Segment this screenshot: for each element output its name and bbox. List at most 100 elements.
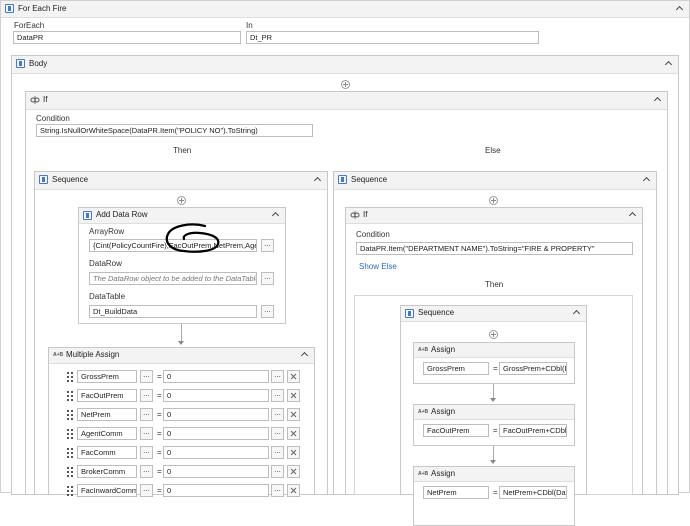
delete-row-button[interactable] xyxy=(287,465,300,478)
assign-value-browse-button[interactable]: ... xyxy=(271,484,284,497)
assign-to-browse-button[interactable]: ... xyxy=(140,427,153,440)
delete-row-button[interactable] xyxy=(287,389,300,402)
assign-title: Assign xyxy=(431,345,456,354)
sequence-icon xyxy=(39,175,48,184)
drag-handle-icon[interactable] xyxy=(67,410,73,420)
datatable-field[interactable]: Dt_BuildData xyxy=(89,305,257,318)
assign-header[interactable]: A+B Assign xyxy=(414,343,574,358)
assign-to-browse-button[interactable]: ... xyxy=(140,408,153,421)
foreach-header[interactable]: For Each Fire xyxy=(1,1,689,18)
drag-handle-icon[interactable] xyxy=(67,467,73,477)
assign-value-field[interactable]: 0 xyxy=(163,408,269,421)
delete-row-button[interactable] xyxy=(287,484,300,497)
assign-to-field[interactable]: GrossPrem xyxy=(423,362,489,375)
add-activity-plus-icon[interactable] xyxy=(341,80,350,89)
assign-to-browse-button[interactable]: ... xyxy=(140,370,153,383)
drag-handle-icon[interactable] xyxy=(67,448,73,458)
assign-value-browse-button[interactable]: ... xyxy=(271,408,284,421)
then-label: Then xyxy=(173,146,192,155)
assign-icon: A+B xyxy=(418,409,429,415)
inner-condition-field[interactable]: DataPR.Item("DEPARTMENT NAME").ToString=… xyxy=(356,242,633,255)
drag-handle-icon[interactable] xyxy=(67,372,73,382)
assign-value-browse-button[interactable]: ... xyxy=(271,446,284,459)
collapse-icon[interactable] xyxy=(654,95,662,103)
foreach-title: For Each Fire xyxy=(18,4,67,13)
assign-to-field[interactable]: FacInwardComm xyxy=(77,484,137,497)
collapse-icon[interactable] xyxy=(665,59,673,67)
assign-to-field[interactable]: FacOutPrem xyxy=(423,424,489,437)
foreach-label: ForEach xyxy=(14,21,45,30)
assign-to-field[interactable]: FacComm xyxy=(77,446,137,459)
drag-handle-icon[interactable] xyxy=(67,486,73,496)
assign-value-field[interactable]: GrossPrem+CDbl(D xyxy=(499,362,567,375)
assign-value-field[interactable]: 0 xyxy=(163,465,269,478)
delete-row-button[interactable] xyxy=(287,446,300,459)
show-else-link[interactable]: Show Else xyxy=(359,262,397,271)
datarow-field[interactable]: The DataRow object to be added to the Da… xyxy=(89,272,257,285)
assign-activity[interactable]: A+B Assign NetPrem = NetPrem+CDbl(Da xyxy=(413,466,575,526)
assign-value-field[interactable]: 0 xyxy=(163,370,269,383)
assign-header[interactable]: A+B Assign xyxy=(414,405,574,420)
if-header[interactable]: If xyxy=(26,92,667,110)
assign-activity[interactable]: A+B Assign GrossPrem = GrossPrem+CDbl(D xyxy=(413,342,575,384)
collapse-icon[interactable] xyxy=(573,308,581,316)
assign-to-field[interactable]: NetPrem xyxy=(77,408,137,421)
add-activity-plus-icon[interactable] xyxy=(177,196,186,205)
assign-to-field[interactable]: GrossPrem xyxy=(77,370,137,383)
collapse-icon[interactable] xyxy=(629,210,637,218)
assign-value-field[interactable]: 0 xyxy=(163,446,269,459)
body-header[interactable]: Body xyxy=(12,56,678,74)
foreach-value-field[interactable]: DataPR xyxy=(13,31,241,44)
assign-title: Assign xyxy=(431,469,456,478)
assign-to-browse-button[interactable]: ... xyxy=(140,389,153,402)
sequence-header[interactable]: Sequence xyxy=(35,172,327,190)
inner-sequence-header[interactable]: Sequence xyxy=(401,306,586,322)
arrayrow-browse-button[interactable]: ... xyxy=(261,239,274,252)
collapse-icon[interactable] xyxy=(272,210,280,218)
collapse-icon[interactable] xyxy=(676,4,684,12)
collapse-icon[interactable] xyxy=(643,175,651,183)
equals-sign: = xyxy=(493,426,498,435)
assign-value-field[interactable]: 0 xyxy=(163,389,269,402)
assign-to-field[interactable]: BrokerComm xyxy=(77,465,137,478)
equals-sign: = xyxy=(157,486,162,495)
datatable-browse-button[interactable]: ... xyxy=(261,305,274,318)
equals-sign: = xyxy=(157,467,162,476)
if-title: If xyxy=(43,95,48,104)
assign-value-field[interactable]: FacOutPrem+CDbl xyxy=(499,424,567,437)
multiple-assign-header[interactable]: A+B Multiple Assign xyxy=(49,348,314,364)
inner-condition-label: Condition xyxy=(356,230,390,239)
assign-to-browse-button[interactable]: ... xyxy=(140,446,153,459)
assign-value-browse-button[interactable]: ... xyxy=(271,427,284,440)
sequence-header[interactable]: Sequence xyxy=(334,172,656,190)
equals-sign: = xyxy=(157,391,162,400)
delete-row-button[interactable] xyxy=(287,370,300,383)
delete-row-button[interactable] xyxy=(287,408,300,421)
assign-to-browse-button[interactable]: ... xyxy=(140,484,153,497)
collapse-icon[interactable] xyxy=(301,350,309,358)
assign-value-browse-button[interactable]: ... xyxy=(271,465,284,478)
assign-to-browse-button[interactable]: ... xyxy=(140,465,153,478)
assign-value-browse-button[interactable]: ... xyxy=(271,389,284,402)
in-value-field[interactable]: Dt_PR xyxy=(246,31,539,44)
add-activity-plus-icon[interactable] xyxy=(489,196,498,205)
add-activity-plus-icon[interactable] xyxy=(489,330,498,339)
assign-to-field[interactable]: FacOutPrem xyxy=(77,389,137,402)
assign-header[interactable]: A+B Assign xyxy=(414,467,574,482)
assign-activity[interactable]: A+B Assign FacOutPrem = FacOutPrem+CDbl xyxy=(413,404,575,446)
assign-value-field[interactable]: 0 xyxy=(163,427,269,440)
condition-field[interactable]: String.IsNullOrWhiteSpace(DataPR.Item("P… xyxy=(36,124,313,137)
assign-value-browse-button[interactable]: ... xyxy=(271,370,284,383)
inner-if-header[interactable]: If xyxy=(346,208,642,224)
datarow-browse-button[interactable]: ... xyxy=(261,272,274,285)
delete-row-button[interactable] xyxy=(287,427,300,440)
assign-title: Assign xyxy=(431,407,456,416)
collapse-icon[interactable] xyxy=(314,175,322,183)
drag-handle-icon[interactable] xyxy=(67,391,73,401)
add-data-row-title: Add Data Row xyxy=(96,210,148,219)
drag-handle-icon[interactable] xyxy=(67,429,73,439)
assign-to-field[interactable]: AgentComm xyxy=(77,427,137,440)
arrayrow-label: ArrayRow xyxy=(89,227,125,236)
assign-value-field[interactable]: 0 xyxy=(163,484,269,497)
condition-label: Condition xyxy=(36,114,70,123)
